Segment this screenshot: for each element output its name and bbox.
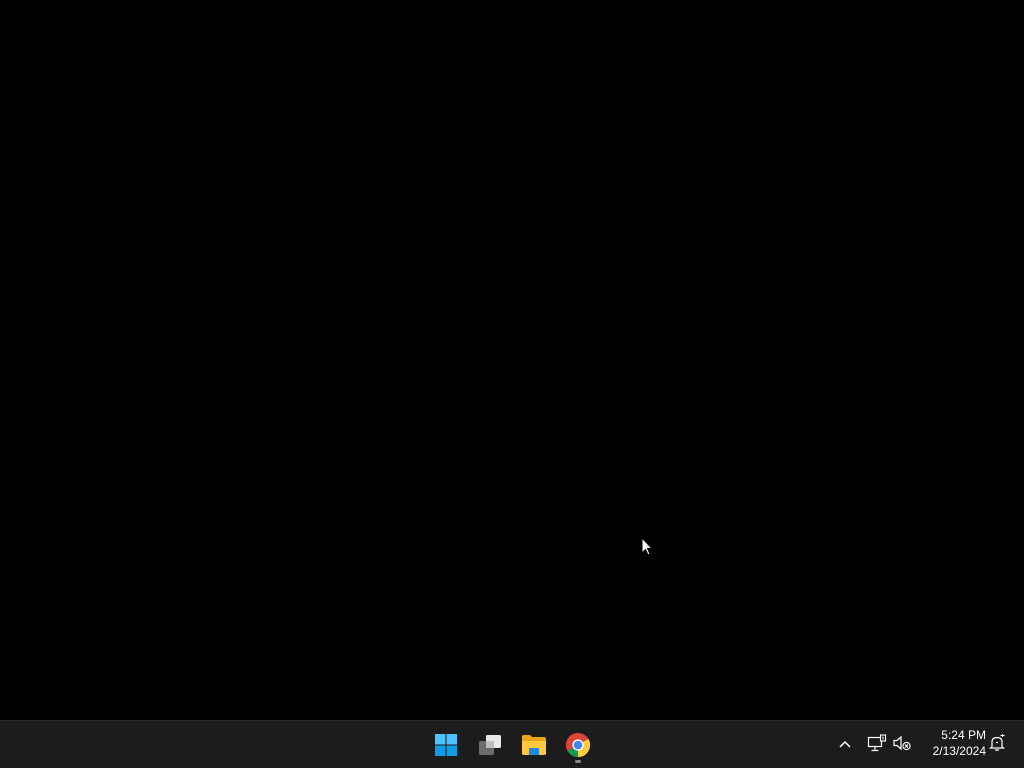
clock[interactable]: 5:24 PM 2/13/2024 bbox=[918, 727, 986, 763]
start-button[interactable] bbox=[426, 725, 466, 765]
folder-icon bbox=[521, 734, 547, 756]
notification-bell-icon bbox=[988, 733, 1006, 757]
windows-logo-icon bbox=[434, 733, 458, 757]
notifications-button[interactable] bbox=[985, 733, 1009, 757]
volume-muted-icon bbox=[892, 734, 912, 757]
chrome-icon bbox=[565, 732, 591, 758]
network-icon bbox=[867, 733, 887, 757]
show-hidden-icons-button[interactable] bbox=[833, 733, 857, 757]
task-view-button[interactable] bbox=[470, 725, 510, 765]
network-button[interactable] bbox=[865, 733, 889, 757]
volume-button[interactable] bbox=[890, 733, 914, 757]
chevron-up-icon bbox=[838, 736, 852, 754]
file-explorer-button[interactable] bbox=[514, 725, 554, 765]
running-indicator bbox=[575, 760, 581, 763]
task-view-icon bbox=[477, 733, 503, 757]
mouse-cursor-icon bbox=[641, 536, 654, 556]
clock-date: 2/13/2024 bbox=[932, 744, 986, 758]
taskbar: 5:24 PM 2/13/2024 bbox=[0, 720, 1024, 768]
clock-time: 5:24 PM bbox=[941, 728, 986, 742]
desktop[interactable] bbox=[0, 0, 1024, 720]
chrome-button[interactable] bbox=[558, 725, 598, 765]
